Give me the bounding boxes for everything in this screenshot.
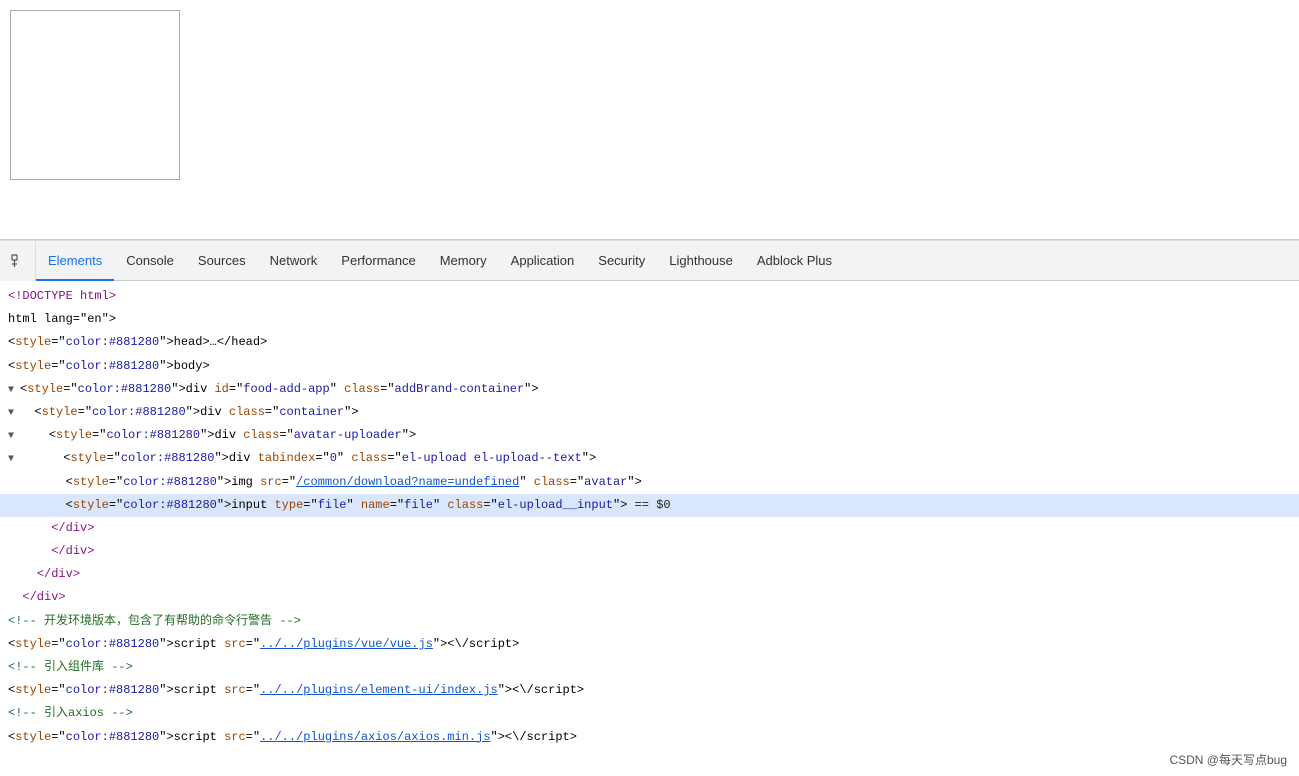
html-line-13[interactable]: </div> xyxy=(0,563,1299,586)
tab-console[interactable]: Console xyxy=(114,241,186,281)
devtools-panel: ElementsConsoleSourcesNetworkPerformance… xyxy=(0,240,1299,776)
html-line-12[interactable]: </div> xyxy=(0,540,1299,563)
tab-adblock[interactable]: Adblock Plus xyxy=(745,241,844,281)
html-line-20[interactable]: <style="color:#881280">script src="../..… xyxy=(0,726,1299,749)
watermark: CSDN @每天写点bug xyxy=(1169,751,1287,768)
webpage-preview xyxy=(0,0,1299,240)
html-line-18[interactable]: <style="color:#881280">script src="../..… xyxy=(0,679,1299,702)
elements-panel-content: <!DOCTYPE html>html lang="en"><style="co… xyxy=(0,281,1299,776)
inspect-icon-button[interactable] xyxy=(0,241,36,281)
html-line-10[interactable]: <style="color:#881280">input type="file"… xyxy=(0,494,1299,517)
html-line-8[interactable]: ▼ <style="color:#881280">div tabindex="0… xyxy=(0,447,1299,470)
tabs-container: ElementsConsoleSourcesNetworkPerformance… xyxy=(36,241,844,280)
preview-image xyxy=(10,10,180,180)
html-line-2[interactable]: html lang="en"> xyxy=(0,308,1299,331)
html-line-14[interactable]: </div> xyxy=(0,586,1299,609)
html-line-15[interactable]: <!-- 开发环境版本，包含了有帮助的命令行警告 --> xyxy=(0,610,1299,633)
html-line-16[interactable]: <style="color:#881280">script src="../..… xyxy=(0,633,1299,656)
tab-application[interactable]: Application xyxy=(499,241,587,281)
html-line-5[interactable]: ▼ <style="color:#881280">div id="food-ad… xyxy=(0,378,1299,401)
tab-lighthouse[interactable]: Lighthouse xyxy=(657,241,745,281)
html-line-17[interactable]: <!-- 引入组件库 --> xyxy=(0,656,1299,679)
tab-sources[interactable]: Sources xyxy=(186,241,258,281)
html-line-6[interactable]: ▼ <style="color:#881280">div class="cont… xyxy=(0,401,1299,424)
tab-security[interactable]: Security xyxy=(586,241,657,281)
html-line-7[interactable]: ▼ <style="color:#881280">div class="avat… xyxy=(0,424,1299,447)
html-line-19[interactable]: <!-- 引入axios --> xyxy=(0,702,1299,725)
devtools-tabs-bar: ElementsConsoleSourcesNetworkPerformance… xyxy=(0,241,1299,281)
html-line-9[interactable]: <style="color:#881280">img src="/common/… xyxy=(0,471,1299,494)
html-line-3[interactable]: <style="color:#881280">head>…</head> xyxy=(0,331,1299,354)
tab-network[interactable]: Network xyxy=(258,241,330,281)
tab-memory[interactable]: Memory xyxy=(428,241,499,281)
inspect-icon xyxy=(10,253,26,269)
html-line-1[interactable]: <!DOCTYPE html> xyxy=(0,285,1299,308)
html-line-4[interactable]: <style="color:#881280">body> xyxy=(0,355,1299,378)
html-line-11[interactable]: </div> xyxy=(0,517,1299,540)
tab-performance[interactable]: Performance xyxy=(329,241,427,281)
tab-elements[interactable]: Elements xyxy=(36,241,114,281)
